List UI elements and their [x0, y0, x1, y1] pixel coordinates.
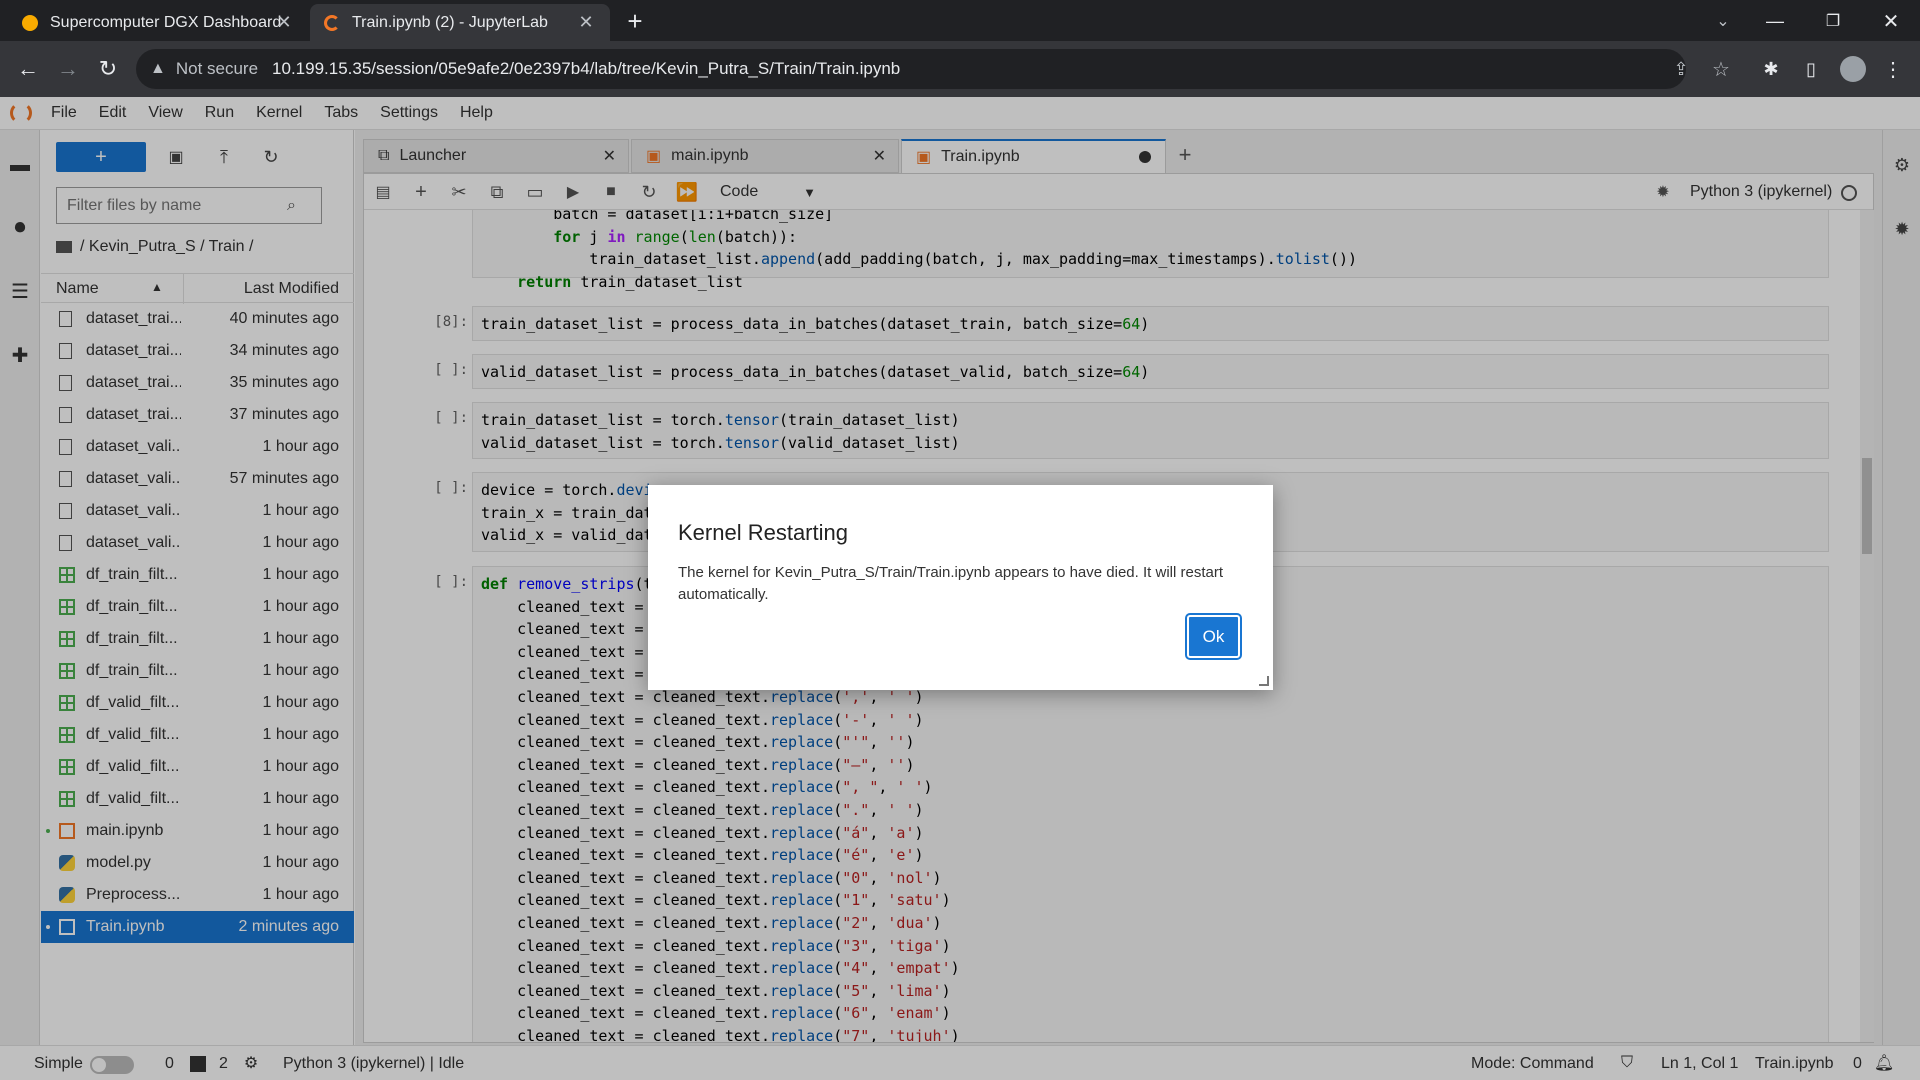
browser-tab-title: Supercomputer DGX Dashboard — [50, 13, 282, 31]
dialog-body: The kernel for Kevin_Putra_S/Train/Train… — [678, 564, 1223, 603]
bookmark-star-icon[interactable]: ☆ — [1708, 56, 1734, 82]
warning-icon: ▲ — [150, 60, 166, 77]
tab-search-icon[interactable]: ⌄ — [1708, 6, 1738, 36]
address-bar[interactable]: ▲ Not secure 10.199.15.35/session/05e9af… — [136, 49, 1686, 89]
profile-avatar[interactable] — [1840, 56, 1866, 82]
browser-tab-strip: Supercomputer DGX Dashboard ✕ Train.ipyn… — [0, 0, 1920, 41]
browser-tab-jupyterlab[interactable]: Train.ipynb (2) - JupyterLab ✕ — [310, 4, 610, 41]
url-text: 10.199.15.35/session/05e9afe2/0e2397b4/l… — [272, 59, 901, 78]
close-tab-icon[interactable]: ✕ — [576, 12, 596, 32]
resize-handle-icon[interactable] — [1259, 676, 1269, 686]
share-icon[interactable]: ⇪ — [1668, 56, 1694, 82]
reload-icon[interactable]: ↻ — [92, 53, 124, 85]
security-label: Not secure — [175, 59, 259, 78]
browser-tab-title: Train.ipynb (2) - JupyterLab — [352, 13, 548, 31]
jupyter-favicon-icon — [324, 14, 340, 31]
dialog-title: Kernel Restarting — [678, 520, 848, 545]
tab-favicon-icon — [22, 14, 38, 31]
browser-menu-icon[interactable]: ⋮ — [1880, 56, 1906, 82]
close-tab-icon[interactable]: ✕ — [274, 12, 294, 32]
extensions-icon[interactable]: ✱ — [1758, 56, 1784, 82]
browser-tab-dashboard[interactable]: Supercomputer DGX Dashboard ✕ — [8, 4, 308, 41]
side-panel-icon[interactable]: ▯ — [1798, 56, 1824, 82]
close-window-icon[interactable]: ✕ — [1876, 6, 1906, 36]
new-tab-icon[interactable]: + — [620, 6, 650, 36]
restore-icon[interactable]: ❐ — [1818, 6, 1848, 36]
ok-button[interactable]: Ok — [1185, 613, 1242, 660]
back-icon[interactable]: ← — [12, 53, 44, 85]
forward-icon[interactable]: → — [52, 53, 84, 85]
minimize-icon[interactable]: — — [1760, 6, 1790, 36]
kernel-restarting-dialog: Kernel Restarting The kernel for Kevin_P… — [648, 485, 1273, 690]
